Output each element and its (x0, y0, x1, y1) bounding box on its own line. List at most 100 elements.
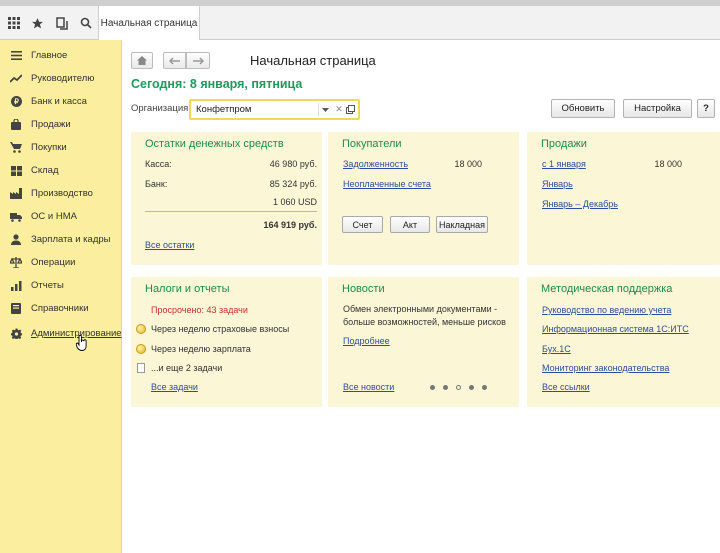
carousel-dot[interactable] (443, 385, 448, 390)
sidebar-item-label: Производство (31, 188, 93, 199)
total-value: 164 919 руб. (263, 220, 317, 230)
buyers-panel: Покупатели Задолженность 18 000 Неоплаче… (328, 132, 519, 265)
kassa-label: Касса: (145, 159, 172, 169)
forward-button[interactable] (186, 52, 210, 69)
news-line-2: больше возможностей, меньше рисков (343, 317, 506, 327)
sidebar-item-label: Руководителю (31, 73, 95, 84)
act-button-label: Акт (402, 219, 418, 230)
task-insurance: Через неделю страховые взносы (151, 324, 290, 334)
cash-panel-title: Остатки денежных средств (145, 138, 284, 150)
organization-field[interactable]: Конфетпром ✕ (189, 99, 360, 120)
january-december-link[interactable]: Январь – Декабрь (542, 199, 618, 209)
act-button[interactable]: Акт (390, 216, 430, 233)
refresh-button-label: Обновить (561, 103, 605, 114)
search-icon[interactable] (74, 6, 98, 40)
read-more-link[interactable]: Подробнее (343, 336, 390, 346)
bank-value: 85 324 руб. (269, 179, 317, 189)
its-link[interactable]: Информационная система 1С:ИТС (542, 324, 689, 334)
today-date: Сегодня: 8 января, пятница (131, 77, 303, 91)
help-button[interactable]: ? (697, 99, 715, 118)
all-balances-link[interactable]: Все остатки (145, 240, 194, 250)
sidebar-item-reports[interactable]: Отчеты (0, 274, 122, 297)
tab-start-page[interactable]: Начальная страница (98, 6, 200, 41)
home-button[interactable] (131, 52, 153, 69)
unpaid-invoices-link[interactable]: Неоплаченные счета (343, 179, 431, 189)
bell-icon (136, 344, 146, 354)
sidebar: Главное Руководителю ₽ Банк и касса Прод… (0, 40, 122, 553)
trend-icon (10, 73, 22, 85)
sidebar-item-sales[interactable]: Продажи (0, 113, 122, 136)
all-links-link[interactable]: Все ссылки (542, 382, 590, 392)
sidebar-item-main[interactable]: Главное (0, 44, 122, 67)
home-icon (137, 56, 147, 65)
carousel-dot[interactable] (482, 385, 487, 390)
sidebar-item-label: ОС и НМА (31, 211, 77, 222)
taxes-panel: Налоги и отчеты Просрочено: 43 задачи Че… (131, 277, 322, 407)
carousel-dot-active[interactable] (456, 385, 461, 390)
arrow-left-icon (169, 56, 180, 65)
sidebar-item-administration[interactable]: Администрирование (0, 322, 122, 345)
refresh-button[interactable]: Обновить (551, 99, 615, 118)
sidebar-item-warehouse[interactable]: Склад (0, 159, 122, 182)
legislation-monitoring-link[interactable]: Мониторинг законодательства (542, 363, 669, 373)
document-icon (137, 363, 145, 373)
usd-value: 1 060 USD (272, 197, 317, 207)
sidebar-item-purchases[interactable]: Покупки (0, 136, 122, 159)
settings-button[interactable]: Настройка (623, 99, 692, 118)
sidebar-item-operations[interactable]: Операции (0, 251, 122, 274)
sidebar-item-label: Склад (31, 165, 59, 176)
sidebar-item-catalogs[interactable]: Справочники (0, 297, 122, 320)
debt-link[interactable]: Задолженность (343, 159, 408, 169)
sidebar-item-bank[interactable]: ₽ Банк и касса (0, 90, 122, 113)
debt-value: 18 000 (454, 159, 482, 169)
taxes-panel-title: Налоги и отчеты (145, 283, 230, 295)
since-jan-link[interactable]: с 1 января (542, 159, 586, 169)
organization-label: Организация: (131, 103, 191, 114)
back-button[interactable] (163, 52, 186, 69)
gear-icon (10, 328, 22, 340)
truck-icon (10, 211, 22, 223)
waybill-button[interactable]: Накладная (436, 216, 488, 233)
factory-icon (10, 188, 22, 200)
page-title: Начальная страница (250, 53, 376, 68)
list-icon (10, 50, 22, 62)
sidebar-item-production[interactable]: Производство (0, 182, 122, 205)
news-panel: Новости Обмен электронными документами -… (328, 277, 519, 407)
buyers-panel-title: Покупатели (342, 138, 402, 150)
cash-divider (145, 211, 317, 212)
apps-grid-icon[interactable] (2, 6, 26, 40)
sidebar-item-label: Операции (31, 257, 76, 268)
all-news-link[interactable]: Все новости (343, 382, 394, 392)
clear-icon[interactable]: ✕ (334, 103, 344, 116)
cart-icon (10, 142, 22, 154)
carousel-dot[interactable] (430, 385, 435, 390)
history-icon[interactable] (50, 6, 74, 40)
buh1c-link[interactable]: Бух.1С (542, 344, 571, 354)
sidebar-item-label: Зарплата и кадры (31, 234, 111, 245)
chevron-down-icon[interactable] (318, 103, 332, 116)
january-link[interactable]: Январь (542, 179, 573, 189)
bank-label: Банк: (145, 179, 168, 189)
favorites-star-icon[interactable] (25, 6, 49, 40)
since-jan-value: 18 000 (654, 159, 682, 169)
person-icon (10, 234, 22, 246)
arrow-right-icon (192, 56, 204, 65)
sidebar-item-label: Главное (31, 50, 68, 61)
cash-panel: Остатки денежных средств Касса: 46 980 р… (131, 132, 322, 265)
accounting-guide-link[interactable]: Руководство по ведению учета (542, 305, 671, 315)
open-icon[interactable] (344, 103, 356, 116)
hand-cursor-icon (76, 335, 87, 351)
all-tasks-link[interactable]: Все задачи (151, 382, 198, 392)
carousel-dot[interactable] (469, 385, 474, 390)
sidebar-item-label: Продажи (31, 119, 71, 130)
sidebar-item-label: Банк и касса (31, 96, 87, 107)
waybill-button-label: Накладная (439, 219, 485, 230)
sidebar-item-salary[interactable]: Зарплата и кадры (0, 228, 122, 251)
sidebar-item-assets[interactable]: ОС и НМА (0, 205, 122, 228)
invoice-button[interactable]: Счет (342, 216, 383, 233)
bell-icon (136, 324, 146, 334)
bag-icon (10, 119, 22, 131)
sidebar-item-manager[interactable]: Руководителю (0, 67, 122, 90)
organization-value: Конфетпром (196, 104, 252, 115)
sidebar-item-label: Справочники (31, 303, 89, 314)
